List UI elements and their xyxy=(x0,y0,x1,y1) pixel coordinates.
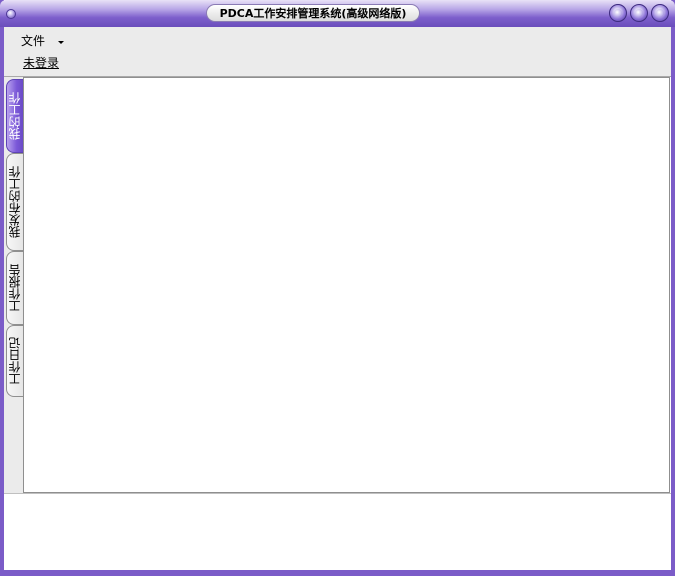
tab-work-report[interactable]: 工作报告 xyxy=(6,251,23,325)
login-status-link[interactable]: 未登录 xyxy=(23,55,59,71)
title-bar[interactable]: PDCA工作安排管理系统(高级网络版) xyxy=(0,0,675,27)
main-content-panel xyxy=(23,77,670,493)
tab-published-work[interactable]: 我发布的工作 xyxy=(6,153,23,251)
window-title: PDCA工作安排管理系统(高级网络版) xyxy=(219,7,407,20)
tab-label: 工作日记 xyxy=(7,337,22,385)
minimize-icon[interactable] xyxy=(609,4,627,22)
side-tab-bar: 我的工作 我发布的工作 工作报告 工作日记 xyxy=(4,77,23,493)
bottom-panel xyxy=(4,493,671,570)
tab-work-diary[interactable]: 工作日记 xyxy=(6,325,23,397)
system-menu-icon[interactable] xyxy=(6,9,16,19)
close-icon[interactable] xyxy=(651,4,669,22)
tab-label: 我发布的工作 xyxy=(7,166,22,238)
tab-label: 工作报告 xyxy=(7,264,22,312)
tab-my-work[interactable]: 我的工作 xyxy=(6,79,23,153)
menu-bar: 文件 未登录 xyxy=(4,27,671,77)
chevron-down-icon[interactable] xyxy=(58,41,64,44)
file-menu[interactable]: 文件 xyxy=(21,33,45,49)
maximize-icon[interactable] xyxy=(630,4,648,22)
title-pill: PDCA工作安排管理系统(高级网络版) xyxy=(206,4,420,22)
tab-label: 我的工作 xyxy=(7,92,22,140)
